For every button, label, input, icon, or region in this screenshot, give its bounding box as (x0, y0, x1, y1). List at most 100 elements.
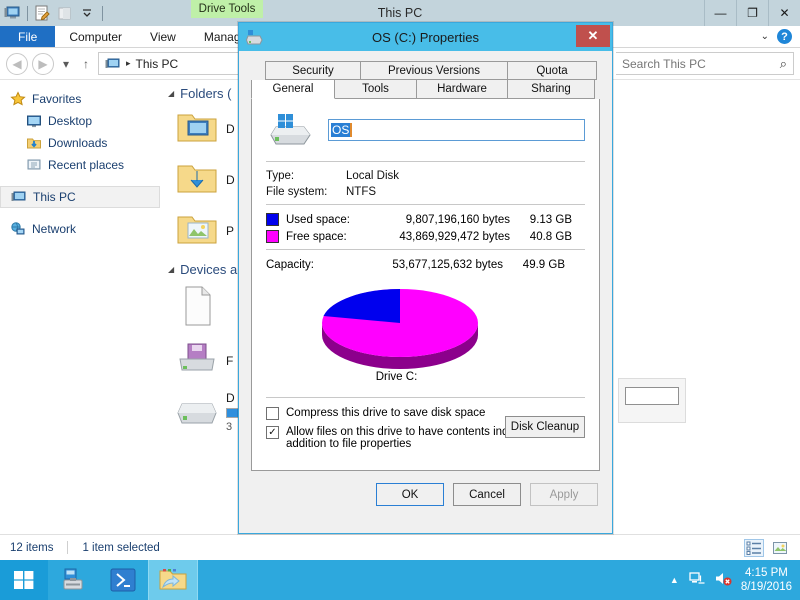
tab-hardware[interactable]: Hardware (416, 80, 508, 99)
floppy-drive-icon (176, 342, 218, 379)
folder-pictures-icon (176, 211, 218, 250)
index-contents-checkbox[interactable]: ✓ (266, 426, 279, 439)
text-caret (350, 123, 353, 137)
sidebar-item-downloads[interactable]: Downloads (0, 132, 160, 154)
tab-computer[interactable]: Computer (55, 26, 136, 47)
status-divider (67, 541, 69, 554)
drive-properties-dialog: OS (C:) Properties ✕ Security Previous V… (238, 22, 613, 534)
compress-drive-label: Compress this drive to save disk space (286, 407, 486, 419)
volume-muted-icon[interactable] (714, 570, 732, 590)
taskbar-item-file-explorer[interactable] (148, 560, 198, 600)
recent-locations-dropdown[interactable]: ▾ (58, 53, 74, 75)
status-selection: 1 item selected (82, 541, 160, 554)
tab-file[interactable]: File (0, 26, 56, 47)
drive-icon (245, 28, 264, 46)
clock-time: 4:15 PM (745, 567, 788, 579)
chevron-down-icon[interactable]: ⌄ (761, 31, 769, 42)
close-icon[interactable]: ✕ (576, 25, 610, 47)
background-partial-widget (618, 378, 686, 423)
dialog-tab-row-2: General Tools Hardware Sharing (251, 80, 600, 99)
property-value: Local Disk (346, 170, 400, 182)
cancel-button[interactable]: Cancel (453, 483, 521, 506)
collapse-triangle-icon[interactable]: ◢ (168, 89, 174, 98)
dialog-title-bar: OS (C:) Properties ✕ (239, 23, 612, 51)
sidebar-gap-2 (0, 208, 160, 218)
apply-button: Apply (530, 483, 598, 506)
network-tray-icon[interactable] (688, 570, 705, 590)
quick-access-toolbar[interactable] (0, 0, 103, 26)
sidebar-item-recent-places[interactable]: Recent places (0, 154, 160, 176)
capacity-bytes: 53,677,125,632 bytes (392, 259, 503, 271)
this-pc-icon[interactable] (4, 4, 22, 22)
divider (266, 204, 585, 205)
star-icon (10, 91, 26, 107)
tab-view[interactable]: View (136, 26, 190, 47)
sidebar-item-network[interactable]: Network (0, 218, 160, 240)
forward-button[interactable]: ▶ (32, 52, 54, 75)
taskbar-item-powershell[interactable] (98, 560, 148, 600)
list-item-label: D (226, 121, 235, 136)
search-icon[interactable]: ⌕ (780, 56, 787, 72)
tab-quota[interactable]: Quota (507, 61, 597, 80)
help-icon[interactable]: ? (777, 29, 792, 44)
customize-qat-chevron-icon[interactable] (79, 4, 97, 22)
sidebar-label: Network (32, 222, 77, 236)
details-view-icon[interactable] (744, 538, 764, 557)
collapse-triangle-icon[interactable]: ◢ (168, 265, 174, 274)
disk-cleanup-button[interactable]: Disk Cleanup (505, 416, 585, 438)
sidebar-label: Recent places (48, 158, 125, 172)
this-pc-icon (11, 189, 27, 205)
breadcrumb-item-this-pc[interactable]: This PC (136, 57, 179, 71)
search-input[interactable]: Search This PC ⌕ (616, 52, 794, 75)
status-item-count: 12 items (10, 541, 54, 554)
free-space-label: Free space: (286, 230, 347, 243)
free-space-row: Free space: 43,869,929,472 bytes 40.8 GB (266, 228, 585, 245)
up-button[interactable]: ↑ (78, 53, 94, 75)
dialog-body: Security Previous Versions Quota General… (239, 51, 612, 533)
minimize-button[interactable]: — (704, 0, 736, 26)
tab-general[interactable]: General (251, 80, 335, 99)
sidebar-item-favorites[interactable]: Favorites (0, 88, 160, 110)
restore-button[interactable]: ❐ (736, 0, 768, 26)
ok-button[interactable]: OK (376, 483, 444, 506)
divider (266, 161, 585, 162)
dialog-title: OS (C:) Properties (372, 29, 479, 45)
property-row-type: Type: Local Disk (266, 168, 585, 184)
used-space-gb: 9.13 GB (529, 213, 572, 226)
qat-divider-2 (102, 5, 103, 21)
view-buttons (744, 538, 790, 557)
system-tray: ▲ 4:15 PM 8/19/2016 (670, 566, 800, 594)
folder-downloads-icon (176, 160, 218, 199)
divider (266, 397, 585, 398)
tab-security[interactable]: Security (265, 61, 361, 80)
new-folder-icon[interactable] (56, 4, 74, 22)
taskbar-clock[interactable]: 4:15 PM 8/19/2016 (741, 566, 792, 594)
start-button[interactable] (0, 560, 48, 600)
property-key: File system: (266, 186, 328, 198)
tab-sharing[interactable]: Sharing (507, 80, 595, 99)
drive-icon (270, 113, 312, 147)
properties-icon[interactable] (33, 4, 51, 22)
sidebar-item-desktop[interactable]: Desktop (0, 110, 160, 132)
back-button[interactable]: ◀ (6, 52, 28, 75)
contextual-tab-drive-tools[interactable]: Drive Tools (191, 0, 263, 18)
large-icons-view-icon[interactable] (770, 539, 790, 557)
sidebar-label: Desktop (48, 114, 93, 128)
network-icon (10, 221, 26, 237)
sidebar-item-this-pc[interactable]: This PC (0, 186, 160, 208)
compress-drive-checkbox[interactable] (266, 407, 279, 420)
close-button[interactable]: ✕ (768, 0, 800, 26)
free-space-gb: 40.8 GB (529, 230, 572, 243)
recent-places-icon (26, 157, 42, 173)
show-hidden-icons-button[interactable]: ▲ (670, 575, 679, 585)
breadcrumb-separator[interactable]: ▸ (126, 58, 131, 69)
used-space-swatch (266, 213, 279, 226)
property-row-file-system: File system: NTFS (266, 184, 585, 200)
tab-previous-versions[interactable]: Previous Versions (360, 61, 508, 80)
volume-label-input[interactable]: OS (328, 119, 585, 141)
hard-disk-icon (176, 394, 218, 431)
taskbar-item-server-manager[interactable] (48, 560, 98, 600)
group-label: Folders ( (180, 86, 232, 101)
divider (266, 249, 585, 250)
tab-tools[interactable]: Tools (334, 80, 417, 99)
